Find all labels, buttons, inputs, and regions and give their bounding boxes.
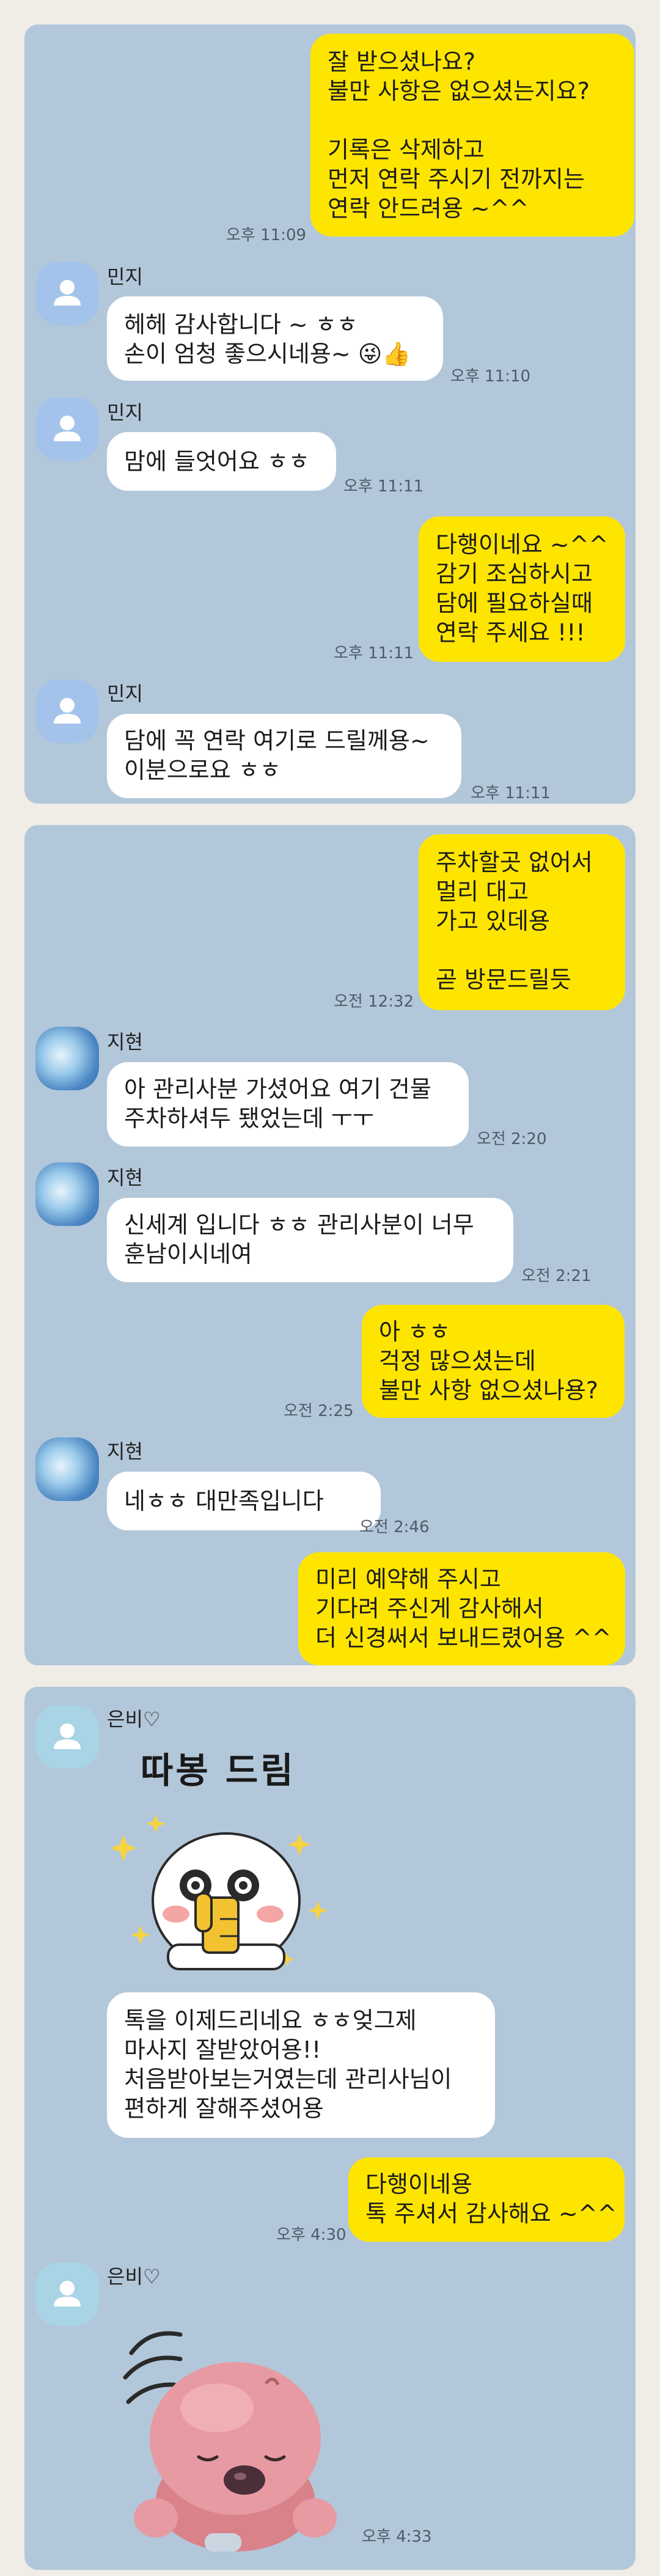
message-time: 오후 11:09 (226, 226, 307, 244)
default-profile-avatar[interactable] (35, 680, 99, 743)
sender-name: 은비♡ (107, 2265, 161, 2288)
person-icon (54, 280, 81, 306)
default-profile-avatar[interactable] (35, 2262, 99, 2326)
their-message-bubble[interactable]: 네ㅎㅎ 대만족입니다 (107, 1472, 381, 1530)
their-message-bubble[interactable]: 신세계 입니다 ㅎㅎ 관리사분이 너무 훈남이시네여 (107, 1198, 513, 1282)
person-icon (54, 698, 81, 724)
message-time: 오전 2:20 (477, 1130, 547, 1148)
my-message-bubble[interactable]: 다행이네요 ~^^ 감기 조심하시고 담에 필요하실때 연락 주세요 !!! (419, 516, 625, 662)
sender-name: 은비♡ (107, 1708, 161, 1731)
person-icon (54, 2281, 81, 2306)
message-time: 오후 11:10 (450, 367, 531, 386)
their-message-bubble[interactable]: 톡을 이제드리네요 ㅎㅎ엊그제 마사지 잘받았어용!! 처음받아보는거였는데 관… (107, 1992, 495, 2138)
message-time: 오전 2:46 (359, 1518, 430, 1536)
message-time: 오전 2:25 (284, 1402, 354, 1420)
person-icon (54, 1723, 81, 1749)
pink-beaver-bowing-icon (123, 2331, 337, 2552)
their-message-bubble[interactable]: 맘에 들엇어요 ㅎㅎ (107, 432, 336, 491)
default-profile-avatar[interactable] (35, 397, 99, 461)
sender-name: 민지 (107, 265, 143, 288)
default-profile-avatar[interactable] (35, 1705, 99, 1769)
message-time: 오후 11:11 (334, 644, 414, 662)
message-time: 오후 4:30 (276, 2226, 346, 2244)
chat-section-3: 은비♡ 따봉 드림 톡을 이제드리네요 ㅎㅎ엊그제 마사지 잘받았어용!! 처음… (24, 1687, 636, 2570)
my-message-bubble[interactable]: 주차할곳 없어서 멀리 대고 가고 있데용 곧 방문드릴듯 (419, 834, 625, 1010)
my-message-bubble[interactable]: 아 ㅎㅎ 걱정 많으셨는데 불만 사항 없으셨나용? (362, 1305, 625, 1418)
default-profile-avatar[interactable] (35, 262, 99, 325)
thumbs-up-character-icon (110, 1814, 328, 1970)
profile-photo-avatar[interactable] (35, 1437, 99, 1501)
message-time: 오후 11:11 (471, 784, 551, 802)
their-message-bubble[interactable]: 담에 꼭 연락 여기로 드릴께용~ 이분으로요 ㅎㅎ (107, 714, 461, 798)
person-icon (54, 416, 81, 441)
sender-name: 지현 (107, 1030, 143, 1054)
sender-name: 지현 (107, 1440, 143, 1463)
profile-photo-avatar[interactable] (35, 1027, 99, 1090)
message-time: 오후 11:11 (343, 477, 424, 496)
my-message-bubble[interactable]: 다행이네용 톡 주셔서 감사해요 ~^^ (348, 2157, 625, 2242)
message-time: 오후 4:33 (362, 2528, 432, 2546)
pink-beaver-sticker[interactable] (113, 2316, 345, 2555)
my-message-bubble[interactable]: 미리 예약해 주시고 기다려 주신게 감사해서 더 신경써서 보내드렸어용 ^^ (298, 1552, 625, 1665)
message-time: 오전 2:21 (521, 1267, 592, 1285)
thumbs-up-sticker[interactable]: 따봉 드림 (104, 1742, 361, 1986)
their-message-bubble[interactable]: 아 관리사분 가셨어요 여기 건물 주차하셔두 됐었는데 ㅜㅜ (107, 1062, 469, 1147)
sender-name: 민지 (107, 682, 143, 705)
message-time: 오전 12:32 (334, 993, 414, 1011)
chat-section-1: 잘 받으셨나요? 불만 사항은 없으셨는지요? 기록은 삭제하고 먼저 연락 주… (24, 24, 636, 804)
my-message-bubble[interactable]: 잘 받으셨나요? 불만 사항은 없으셨는지요? 기록은 삭제하고 먼저 연락 주… (310, 34, 634, 237)
sender-name: 민지 (107, 401, 143, 424)
their-message-bubble[interactable]: 헤헤 감사합니다 ~ ㅎㅎ 손이 엄청 좋으시네용~ 😜👍 (107, 296, 443, 381)
sender-name: 지현 (107, 1166, 143, 1189)
chat-section-2: 주차할곳 없어서 멀리 대고 가고 있데용 곧 방문드릴듯 오전 12:32 지… (24, 825, 636, 1665)
profile-photo-avatar[interactable] (35, 1162, 99, 1226)
